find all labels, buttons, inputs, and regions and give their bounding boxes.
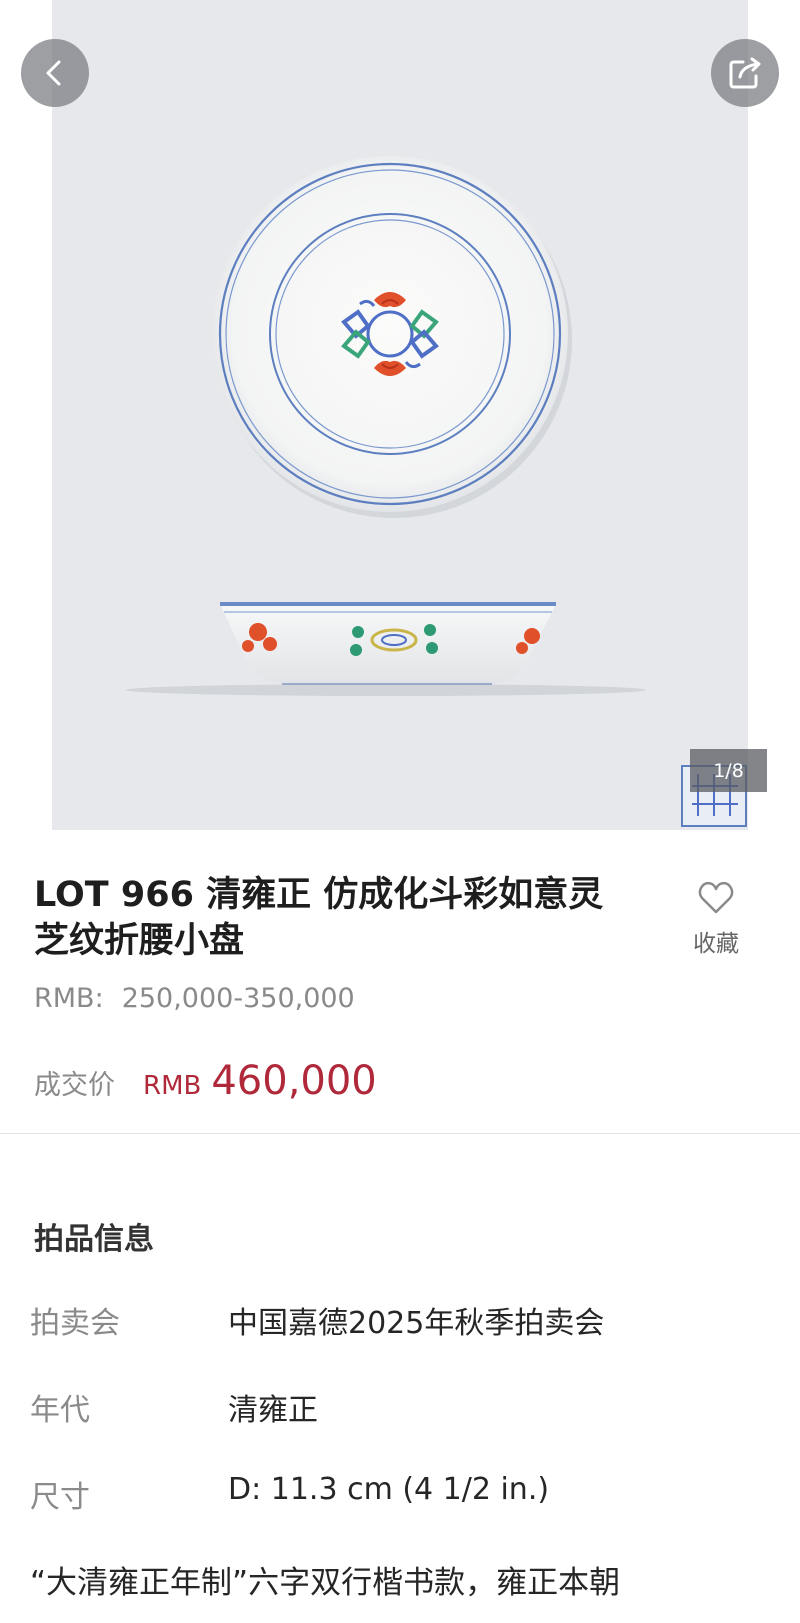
heart-icon <box>698 881 734 914</box>
image-counter: 1/8 <box>690 749 767 792</box>
info-row-auction: 拍卖会 中国嘉德2025年秋季拍卖会 <box>30 1298 770 1342</box>
info-value: 中国嘉德2025年秋季拍卖会 <box>228 1306 605 1341</box>
info-value: 清雍正 <box>228 1393 318 1428</box>
favorite-button[interactable]: 收藏 <box>680 880 752 958</box>
image-gallery[interactable]: 1/8 <box>0 0 800 830</box>
info-key: 尺寸 <box>30 1480 90 1515</box>
divider <box>0 1133 800 1134</box>
lot-description: “大清雍正年制”六字双行楷书款，雍正本朝 <box>30 1565 621 1601</box>
section-title: 拍品信息 <box>34 1222 154 1257</box>
chevron-left-icon <box>46 60 61 86</box>
share-button[interactable] <box>711 39 779 107</box>
porcelain-dish-image <box>126 156 747 827</box>
sold-label: 成交价 <box>34 1070 115 1101</box>
sold-price: 460,000 <box>211 1058 377 1104</box>
sold-price-row: 成交价 RMB 460,000 <box>34 1058 377 1104</box>
estimate: RMB: 250,000-350,000 <box>34 983 355 1014</box>
lot-title: LOT 966 清雍正 仿成化斗彩如意灵芝纹折腰小盘 <box>34 875 604 961</box>
info-key: 拍卖会 <box>30 1306 120 1341</box>
estimate-range: 250,000-350,000 <box>121 983 355 1014</box>
lot-title-block: LOT 966 清雍正 仿成化斗彩如意灵芝纹折腰小盘 <box>34 872 634 964</box>
info-key: 年代 <box>30 1393 90 1428</box>
sold-currency: RMB <box>143 1071 202 1101</box>
lot-photo[interactable] <box>52 0 748 830</box>
info-row-period: 年代 清雍正 <box>30 1385 770 1429</box>
back-button[interactable] <box>21 39 89 107</box>
share-icon <box>729 57 761 89</box>
info-row-size: 尺寸 D: 11.3 cm (4 1/2 in.) <box>30 1472 770 1516</box>
info-value: D: 11.3 cm (4 1/2 in.) <box>228 1472 550 1507</box>
favorite-label: 收藏 <box>693 931 739 957</box>
estimate-currency: RMB: <box>34 983 104 1014</box>
